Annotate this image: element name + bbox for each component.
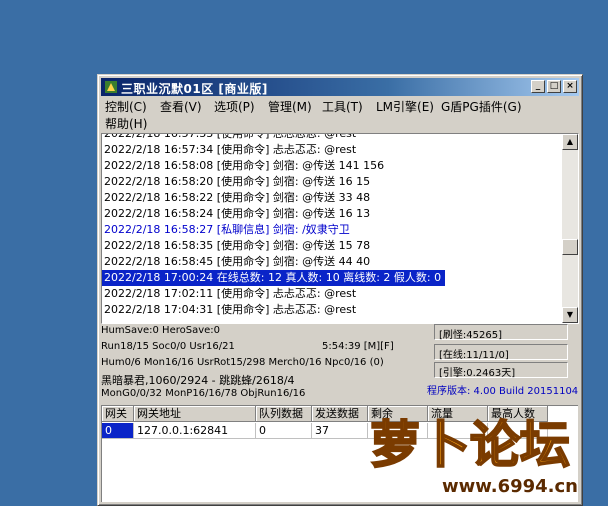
menu-gdun-plugin[interactable]: G盾PG插件(G)	[441, 98, 522, 115]
app-icon	[105, 81, 117, 93]
menu-lm-engine[interactable]: LM引擎(E)	[376, 98, 434, 115]
title-bar[interactable]: 三职业沉默01区 [商业版] _ □ ×	[101, 78, 579, 96]
log-line-private: 2022/2/18 16:58:27 [私聊信息] 剑宿: /奴隶守卫	[104, 223, 350, 236]
window-title: 三职业沉默01区 [商业版]	[121, 82, 268, 96]
col-gateway[interactable]: 网关	[102, 406, 134, 422]
maximize-button[interactable]: □	[547, 80, 561, 93]
log-line: 2022/2/18 17:02:11 [使用命令] 忐忐忑忑: @rest	[104, 287, 357, 300]
online-count: [在线:11/11/0]	[439, 350, 509, 361]
program-version: 程序版本: 4.00 Build 20151104	[427, 386, 579, 397]
log-line: 2022/2/18 16:58:35 [使用命令] 剑宿: @传送 15 78	[104, 239, 371, 252]
log-line: 2022/2/18 16:58:08 [使用命令] 剑宿: @传送 141 15…	[104, 159, 385, 172]
mon-status: MonG0/0/32 MonP16/16/78 ObjRun16/16	[101, 388, 306, 399]
log-line: 2022/2/18 17:04:31 [使用命令] 忐忐忑忑: @rest	[104, 303, 357, 316]
run-status: Run18/15 Soc0/0 Usr16/21	[101, 341, 235, 352]
monster-panel: [刷怪:45265]	[434, 324, 568, 341]
log-box[interactable]: 2022/2/18 16:57:33 [使用命令] 忐忐忑忑: @rest 20…	[101, 133, 579, 324]
menu-view[interactable]: 查看(V)	[160, 98, 202, 115]
close-button[interactable]: ×	[563, 80, 577, 93]
minimize-button[interactable]: _	[531, 80, 545, 93]
col-gateway-address[interactable]: 网关地址	[134, 406, 256, 422]
cell-send: 37	[312, 423, 368, 439]
menu-bar: 控制(C) 查看(V) 选项(P) 管理(M) 工具(T) LM引擎(E) G盾…	[101, 97, 579, 133]
boss-status: 黑暗暴君,1060/2924 - 跳跳蜂/2618/4	[101, 374, 295, 387]
cell-gateway: 0	[102, 423, 134, 439]
log-line: 2022/2/18 16:57:34 [使用命令] 忐忐忑忑: @rest	[104, 143, 357, 156]
scroll-down-icon[interactable]: ▼	[562, 307, 578, 323]
online-panel: [在线:11/11/0]	[434, 344, 568, 361]
log-line: 2022/2/18 16:57:33 [使用命令] 忐忐忑忑: @rest	[104, 133, 357, 140]
log-scrollbar[interactable]: ▲ ▼	[562, 134, 578, 323]
col-queue-data[interactable]: 队列数据	[256, 406, 312, 422]
menu-tools[interactable]: 工具(T)	[322, 98, 363, 115]
log-line: 2022/2/18 16:58:20 [使用命令] 剑宿: @传送 16 15	[104, 175, 371, 188]
log-line: 2022/2/18 16:58:24 [使用命令] 剑宿: @传送 16 13	[104, 207, 371, 220]
menu-manage[interactable]: 管理(M)	[268, 98, 312, 115]
menu-control[interactable]: 控制(C)	[105, 98, 147, 115]
cell-address: 127.0.0.1:62841	[134, 423, 256, 439]
menu-options[interactable]: 选项(P)	[214, 98, 255, 115]
save-status: HumSave:0 HeroSave:0	[101, 325, 221, 336]
logo-text: 萝卜论坛	[370, 416, 570, 474]
log-line-selected[interactable]: 2022/2/18 17:00:24 在线总数: 12 真人数: 10 离线数:…	[102, 270, 446, 286]
log-line: 2022/2/18 16:58:22 [使用命令] 剑宿: @传送 33 48	[104, 191, 371, 204]
scroll-up-icon[interactable]: ▲	[562, 134, 578, 150]
logo-url: www.6994.cn	[442, 476, 578, 497]
scroll-thumb[interactable]	[562, 239, 578, 255]
log-line: 2022/2/18 16:58:45 [使用命令] 剑宿: @传送 44 40	[104, 255, 371, 268]
uptime-status: 5:54:39 [M][F]	[322, 341, 394, 352]
engine-panel: [引擎:0.2463天]	[434, 362, 568, 379]
hum-status: Hum0/6 Mon16/16 UsrRot15/298 Merch0/16 N…	[101, 357, 384, 368]
engine-days: [引擎:0.2463天]	[439, 368, 516, 379]
watermark-logo: 萝卜论坛 www.6994.cn	[369, 415, 578, 497]
cell-queue: 0	[256, 423, 312, 439]
menu-help[interactable]: 帮助(H)	[105, 115, 147, 132]
monster-count: [刷怪:45265]	[439, 330, 502, 341]
log-list: 2022/2/18 16:57:33 [使用命令] 忐忐忑忑: @rest 20…	[102, 133, 563, 318]
col-send-data[interactable]: 发送数据	[312, 406, 368, 422]
